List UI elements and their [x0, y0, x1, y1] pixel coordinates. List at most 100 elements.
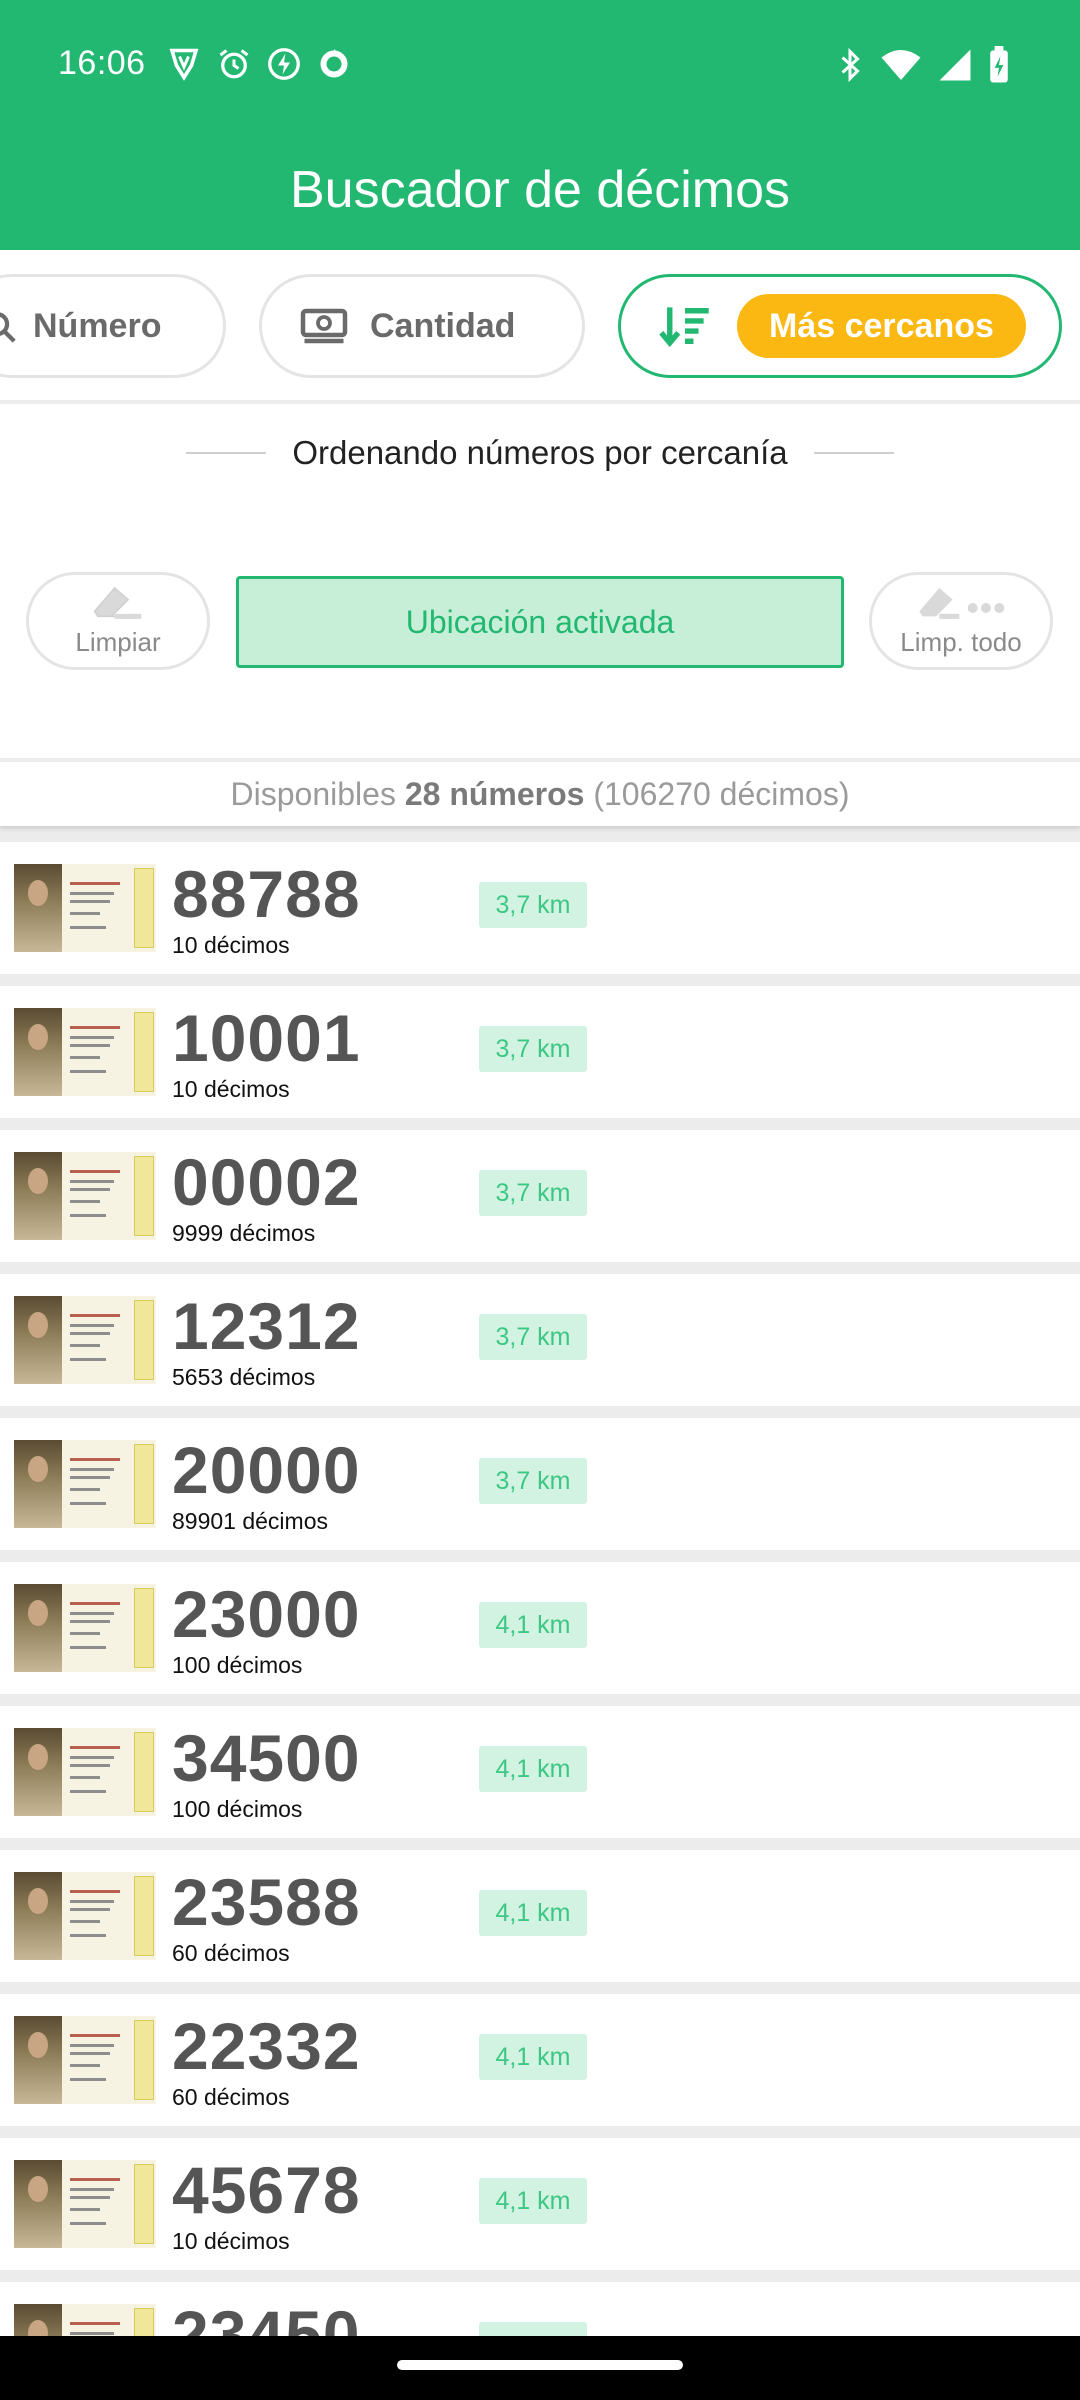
ticket-stub	[134, 1588, 154, 1668]
ticket-number: 45678	[172, 2153, 361, 2227]
ticket-line	[70, 1476, 110, 1479]
navigation-bar	[0, 2336, 1080, 2400]
ticket-line	[70, 1908, 110, 1911]
ticket-line	[70, 2322, 120, 2325]
filter-numero-button[interactable]: Número	[0, 274, 226, 378]
ticket-line	[70, 1056, 100, 1059]
result-row[interactable]: 34500 100 décimos 4,1 km	[0, 1706, 1080, 1838]
ticket-thumbnail	[14, 1728, 156, 1816]
btn-icon-wrap	[29, 583, 207, 623]
ticket-decimos: 60 décimos	[172, 2084, 290, 2110]
result-row[interactable]: 12312 5653 décimos 3,7 km	[0, 1274, 1080, 1406]
ticket-decimos: 10 décimos	[172, 932, 290, 958]
ticket-face	[28, 2032, 48, 2058]
ticket-line	[70, 2208, 100, 2211]
wifi-icon	[881, 50, 921, 80]
eraser-icon	[93, 586, 142, 619]
eraser-more-icon	[919, 588, 1005, 619]
ticket-face	[28, 1456, 48, 1482]
ticket-decimos: 5653 décimos	[172, 1364, 316, 1390]
location-status-button[interactable]: Ubicación activada	[236, 576, 844, 668]
ticket-line	[70, 1214, 106, 1217]
ticket-stub	[134, 2164, 154, 2244]
ticket-line	[70, 1314, 120, 1317]
ticket-face	[28, 1888, 48, 1914]
summary-decimos: (106270 décimos)	[593, 776, 850, 812]
distance-badge: 3,7 km	[479, 1458, 587, 1504]
limpiar-label: Limpiar	[75, 627, 161, 657]
ticket-line	[70, 2196, 110, 2199]
battery-charging-icon	[990, 46, 1008, 83]
ticket-line	[70, 2052, 110, 2055]
home-gesture-handle[interactable]	[397, 2360, 683, 2370]
ticket-portrait	[14, 2016, 62, 2104]
distance-badge: 4,1 km	[479, 1602, 587, 1648]
ticket-line	[70, 1170, 120, 1173]
ticket-line	[70, 1776, 100, 1779]
ticket-line	[70, 1044, 110, 1047]
ticket-portrait	[14, 864, 62, 952]
ticket-line	[70, 1468, 114, 1471]
ticket-line	[70, 926, 106, 929]
alarm-icon	[219, 49, 249, 79]
ticket-line	[70, 1790, 106, 1793]
ticket-line	[70, 1900, 114, 1903]
result-row[interactable]: 23000 100 décimos 4,1 km	[0, 1562, 1080, 1694]
result-row[interactable]: 22332 60 décimos 4,1 km	[0, 1994, 1080, 2126]
ticket-thumbnail	[14, 1440, 156, 1528]
btn-icon-wrap	[872, 583, 1050, 623]
ticket-line	[70, 2332, 114, 2335]
ticket-line	[70, 1612, 114, 1615]
ticket-stub	[134, 1444, 154, 1524]
summary-prefix: Disponibles	[230, 776, 396, 812]
results-list: 88788 10 décimos 3,7 km 10001 10 décimos 3,7 …	[0, 842, 1080, 2400]
result-row[interactable]: 23588 60 décimos 4,1 km	[0, 1850, 1080, 1982]
ticket-decimos: 89901 décimos	[172, 1508, 328, 1534]
signal-icon	[939, 49, 971, 81]
ticket-line	[70, 2222, 106, 2225]
result-row[interactable]: 00002 9999 décimos 3,7 km	[0, 1130, 1080, 1262]
ticket-decimos: 100 décimos	[172, 1652, 303, 1678]
sort-panel: Ordenando números por cercanía Limpiar U…	[0, 404, 1080, 758]
ticket-line	[70, 1458, 120, 1461]
search-icon	[0, 312, 16, 343]
ticket-line	[70, 1026, 120, 1029]
ticket-line	[70, 1324, 114, 1327]
ticket-stub	[134, 1012, 154, 1092]
sort-icon	[659, 307, 709, 348]
ticket-line	[70, 1890, 120, 1893]
ticket-line	[70, 1036, 114, 1039]
ticket-thumbnail	[14, 1008, 156, 1096]
ticket-line	[70, 1188, 110, 1191]
ticket-thumbnail	[14, 1296, 156, 1384]
ticket-line	[70, 2188, 114, 2191]
result-row[interactable]: 45678 10 décimos 4,1 km	[0, 2138, 1080, 2270]
ticket-line	[70, 1502, 106, 1505]
filter-cercanos-button[interactable]: Más cercanos	[618, 274, 1062, 378]
ticket-thumbnail	[14, 2160, 156, 2248]
ticket-line	[70, 1632, 100, 1635]
status-right-icons	[836, 46, 1010, 84]
ticket-stub	[134, 1732, 154, 1812]
ticket-line	[70, 1070, 106, 1073]
limpiar-button[interactable]: Limpiar	[26, 572, 210, 670]
ticket-number: 20000	[172, 1433, 361, 1507]
ticket-line	[70, 2044, 114, 2047]
ticket-decimos: 100 décimos	[172, 1796, 303, 1822]
summary-count: 28 números	[404, 776, 585, 812]
ticket-stub	[134, 2020, 154, 2100]
filter-cantidad-button[interactable]: Cantidad	[259, 274, 585, 378]
ticket-line	[70, 1180, 114, 1183]
ticket-line	[70, 2034, 120, 2037]
ticket-line	[70, 892, 114, 895]
ticket-thumbnail	[14, 2016, 156, 2104]
result-row[interactable]: 88788 10 décimos 3,7 km	[0, 842, 1080, 974]
ticket-line	[70, 1332, 110, 1335]
ticket-stub	[134, 1876, 154, 1956]
result-row[interactable]: 20000 89901 décimos 3,7 km	[0, 1418, 1080, 1550]
ticket-face	[28, 2176, 48, 2202]
ticket-portrait	[14, 1152, 62, 1240]
result-row[interactable]: 10001 10 décimos 3,7 km	[0, 986, 1080, 1118]
limpiar-todo-button[interactable]: Limp. todo	[869, 572, 1053, 670]
ticket-portrait	[14, 1728, 62, 1816]
